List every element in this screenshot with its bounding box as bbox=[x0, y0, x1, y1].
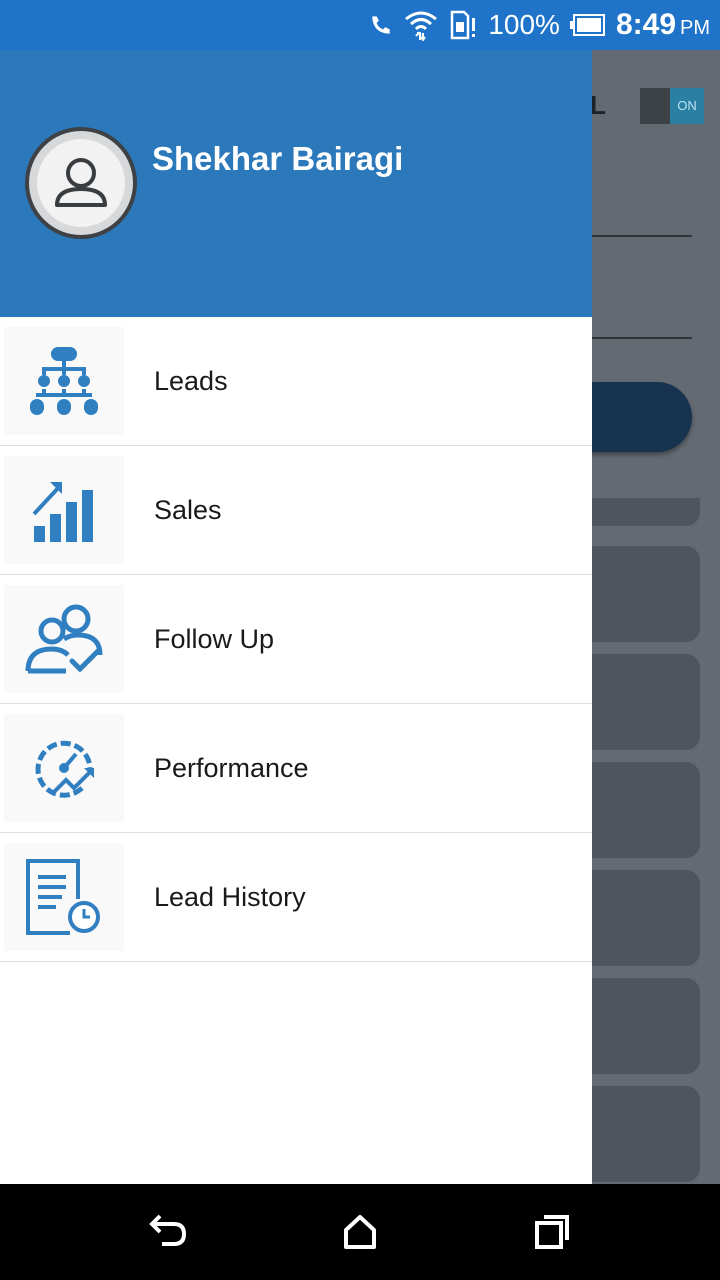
background-label: L bbox=[590, 90, 606, 120]
hierarchy-icon bbox=[4, 327, 124, 435]
menu-item-performance[interactable]: Performance bbox=[0, 704, 592, 833]
clock-ampm: PM bbox=[680, 17, 710, 39]
background-toggle-label: ON bbox=[670, 88, 704, 124]
menu-item-leads[interactable]: Leads bbox=[0, 317, 592, 446]
drawer-header: Shekhar Bairagi bbox=[0, 50, 592, 317]
clock: 8:49 PM bbox=[616, 8, 710, 42]
battery-percent: 100% bbox=[488, 9, 560, 40]
recents-icon[interactable] bbox=[534, 1214, 570, 1255]
background-divider bbox=[592, 235, 692, 237]
background-divider bbox=[592, 337, 692, 339]
navigation-bar bbox=[0, 1184, 720, 1280]
menu-item-label: Follow Up bbox=[154, 624, 275, 654]
menu-item-sales[interactable]: Sales bbox=[0, 446, 592, 575]
user-icon bbox=[37, 139, 125, 227]
background-toggle: ON bbox=[640, 88, 704, 124]
call-icon bbox=[368, 12, 394, 38]
home-icon[interactable] bbox=[342, 1214, 378, 1255]
navigation-drawer: Shekhar Bairagi Leads Sales Follow Up Pe… bbox=[0, 50, 592, 1184]
user-name: Shekhar Bairagi bbox=[152, 140, 404, 177]
sim-icon bbox=[448, 10, 478, 40]
menu-item-lead-history[interactable]: Lead History bbox=[0, 833, 592, 962]
back-icon[interactable] bbox=[148, 1214, 188, 1255]
users-check-icon bbox=[4, 585, 124, 693]
battery-icon bbox=[569, 14, 606, 36]
menu-item-label: Lead History bbox=[154, 882, 306, 912]
menu-item-label: Leads bbox=[154, 366, 228, 396]
clock-time: 8:49 bbox=[615, 8, 676, 41]
status-bar: 100% 8:49 PM bbox=[0, 0, 720, 50]
growth-chart-icon bbox=[4, 456, 124, 564]
avatar[interactable] bbox=[25, 127, 137, 239]
menu-item-label: Performance bbox=[154, 753, 309, 783]
speedometer-icon bbox=[4, 714, 124, 822]
wifi-icon bbox=[404, 9, 438, 41]
menu-item-follow-up[interactable]: Follow Up bbox=[0, 575, 592, 704]
document-clock-icon bbox=[4, 843, 124, 951]
drawer-menu: Leads Sales Follow Up Performance Lead H… bbox=[0, 317, 592, 962]
menu-item-label: Sales bbox=[154, 495, 222, 525]
